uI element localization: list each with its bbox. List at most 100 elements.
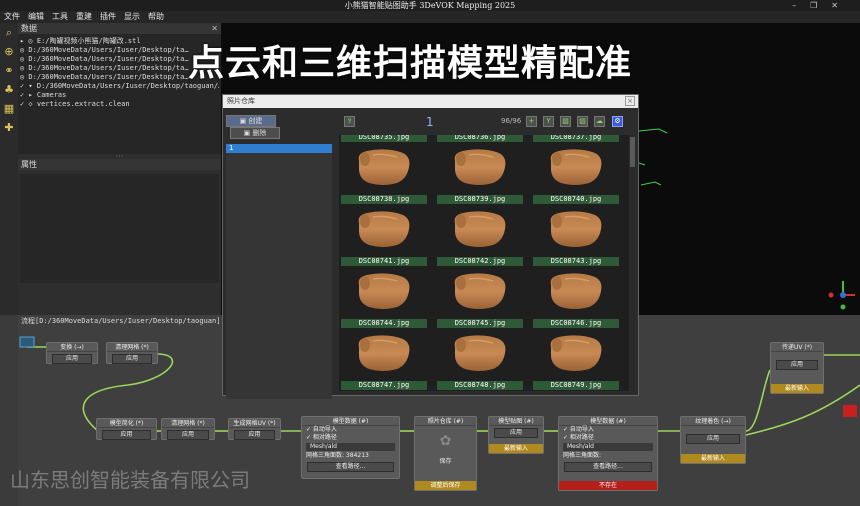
page-number: 1	[426, 115, 434, 129]
photo-grid[interactable]: DSC08735.jpg DSC08736.jpg DSC08737.jpg DSC0…	[339, 135, 629, 391]
apply-button[interactable]: 应用	[234, 430, 275, 440]
menu-edit[interactable]: 编辑	[28, 12, 44, 21]
photo-thumbnail[interactable]: DSC08736.jpg	[437, 135, 523, 194]
apply-button[interactable]: 应用	[494, 428, 538, 438]
cloud-icon[interactable]: ☁	[594, 116, 605, 127]
tree-item[interactable]: ✓ ▸ Cameras	[20, 91, 219, 100]
photo-thumbnail[interactable]: DSC08747.jpg	[341, 381, 427, 391]
photo-thumbnail[interactable]: DSC08741.jpg	[341, 257, 427, 318]
window-controls[interactable]: –❐✕	[792, 0, 852, 11]
status-bar: 最新输入	[489, 444, 543, 453]
filter-icon[interactable]: Y	[543, 116, 554, 127]
node-title: 纹理着色 (→)	[681, 417, 745, 426]
photo-thumbnail[interactable]: DSC08742.jpg	[437, 257, 523, 318]
photo-repository-dialog: 照片仓库 × ▣ 创建 ▣ 删除 1 ⇪ 1 96/96 + Y ▧ ▨ ☁ ⚙ …	[222, 94, 639, 399]
photo-thumbnail[interactable]: DSC08744.jpg	[341, 319, 427, 380]
restore-icon[interactable]: ❐	[810, 1, 831, 10]
path-field[interactable]: Mesh/ald	[306, 443, 395, 451]
pottery-jar-image	[353, 331, 415, 377]
photo-thumbnail[interactable]: DSC08738.jpg	[341, 195, 427, 256]
photo-count: 96/96	[501, 117, 522, 125]
tree-item[interactable]: ✓ ◇ vertices.extract.clean	[20, 100, 219, 109]
node-model-texture[interactable]: 模型贴图 (#) 应用 最新输入	[488, 416, 544, 454]
photo-scrollbar[interactable]	[630, 135, 635, 391]
menu-file[interactable]: 文件	[4, 12, 20, 21]
node-transfer-uv[interactable]: 传递UV (*) 应用 最新输入	[770, 342, 824, 394]
scroll-thumb[interactable]	[630, 137, 635, 167]
node-clean-mesh-2[interactable]: 清理网格 (*) 应用	[161, 418, 215, 440]
grid-icon[interactable]: ▦	[2, 102, 16, 116]
photo-filename: DSC08744.jpg	[341, 319, 427, 328]
auto-import-checkbox[interactable]: ✓ 自动导入	[559, 426, 657, 434]
search-icon[interactable]: ⌕	[2, 26, 16, 40]
photo-thumbnail[interactable]: DSC08746.jpg	[533, 319, 619, 380]
photo-filename: DSC08737.jpg	[533, 135, 619, 142]
list-item[interactable]: 1	[226, 144, 332, 153]
select-icon[interactable]: ▧	[560, 116, 571, 127]
minimize-icon[interactable]: –	[792, 1, 810, 10]
app-title: 小熊猫智能贴图助手 3DeVOK Mapping 2025	[344, 1, 516, 10]
add-photo-icon[interactable]: +	[526, 116, 537, 127]
node-transform[interactable]: 变换 (→) 应用	[46, 342, 98, 364]
photo-thumbnail[interactable]: DSC08745.jpg	[437, 319, 523, 380]
node-model-data-2[interactable]: 模型数据 (#) ✓ 自动导入 ✓ 相对路径 Mesh/ald 网格三角面数: …	[558, 416, 658, 491]
node-clean-mesh[interactable]: 清理网格 (*) 应用	[106, 342, 158, 364]
node-photo-repo[interactable]: 照片仓库 (#) ✿ 保存 调整后保存	[414, 416, 477, 491]
photo-thumbnail[interactable]: DSC08749.jpg	[533, 381, 619, 391]
export-icon[interactable]: ▨	[577, 116, 588, 127]
props-panel-title: 属性	[21, 160, 37, 169]
create-button[interactable]: ▣ 创建	[226, 115, 276, 127]
error-indicator[interactable]	[843, 405, 857, 417]
pottery-jar-image	[545, 269, 607, 315]
apply-button[interactable]: 应用	[102, 430, 151, 440]
create-label: 创建	[248, 117, 263, 125]
relative-path-checkbox[interactable]: ✓ 相对路径	[302, 434, 399, 442]
apply-button[interactable]: 应用	[686, 434, 740, 444]
zoom-icon[interactable]: ⊕	[2, 45, 16, 59]
save-button[interactable]: 保存	[420, 458, 471, 468]
status-bar: 最新输入	[681, 454, 745, 463]
node-title: 生成网格UV (*)	[229, 419, 280, 428]
close-icon[interactable]: ×	[625, 96, 635, 106]
menu-display[interactable]: 显示	[124, 12, 140, 21]
node-title: 传递UV (*)	[771, 343, 823, 352]
apply-button[interactable]: 应用	[776, 360, 818, 370]
status-bar: 不存在	[559, 481, 657, 490]
tree-icon[interactable]: ♣	[2, 83, 16, 97]
relative-path-checkbox[interactable]: ✓ 相对路径	[559, 434, 657, 442]
node-model-data[interactable]: 模型数据 (#) ✓ 自动导入 ✓ 相对路径 Mesh/ald 网格三角面数: …	[301, 416, 400, 479]
settings-icon[interactable]: ⚙	[612, 116, 623, 127]
photo-filename: DSC08743.jpg	[533, 257, 619, 266]
pottery-jar-image	[449, 331, 511, 377]
menu-plugins[interactable]: 插件	[100, 12, 116, 21]
photo-thumbnail[interactable]: DSC08743.jpg	[533, 257, 619, 318]
import-icon[interactable]: ⇪	[344, 116, 355, 127]
menu-tools[interactable]: 工具	[52, 12, 68, 21]
repository-list[interactable]: 1	[226, 144, 332, 399]
node-simplify[interactable]: 模型简化 (*) 应用	[96, 418, 157, 440]
status-bar: 最新输入	[771, 384, 823, 393]
view-path-button[interactable]: 查看路径...	[307, 462, 394, 472]
close-icon[interactable]: ✕	[211, 23, 218, 34]
photo-thumbnail[interactable]: DSC08739.jpg	[437, 195, 523, 256]
close-icon[interactable]: ✕	[831, 1, 852, 10]
data-panel-title: 数据	[21, 24, 37, 33]
path-field[interactable]: Mesh/ald	[563, 443, 653, 451]
menu-help[interactable]: 帮助	[148, 12, 164, 21]
auto-import-checkbox[interactable]: ✓ 自动导入	[302, 426, 399, 434]
node-texture-shading[interactable]: 纹理着色 (→) 应用 最新输入	[680, 416, 746, 464]
photo-thumbnail[interactable]: DSC08735.jpg	[341, 135, 427, 194]
node-generate-uv[interactable]: 生成网格UV (*) 应用	[228, 418, 281, 440]
view-path-button[interactable]: 查看路径...	[564, 462, 652, 472]
apply-button[interactable]: 应用	[112, 354, 152, 364]
photo-thumbnail[interactable]: DSC08737.jpg	[533, 135, 619, 194]
photo-thumbnail[interactable]: DSC08740.jpg	[533, 195, 619, 256]
menu-rebuild[interactable]: 重建	[76, 12, 92, 21]
apply-button[interactable]: 应用	[167, 430, 209, 440]
photo-thumbnail[interactable]: DSC08748.jpg	[437, 381, 523, 391]
scan-points	[638, 128, 668, 186]
nodes-icon[interactable]: ⚭	[2, 64, 16, 78]
apply-button[interactable]: 应用	[52, 354, 92, 364]
delete-button[interactable]: ▣ 删除	[230, 127, 280, 139]
add-icon[interactable]: ✚	[2, 121, 16, 135]
